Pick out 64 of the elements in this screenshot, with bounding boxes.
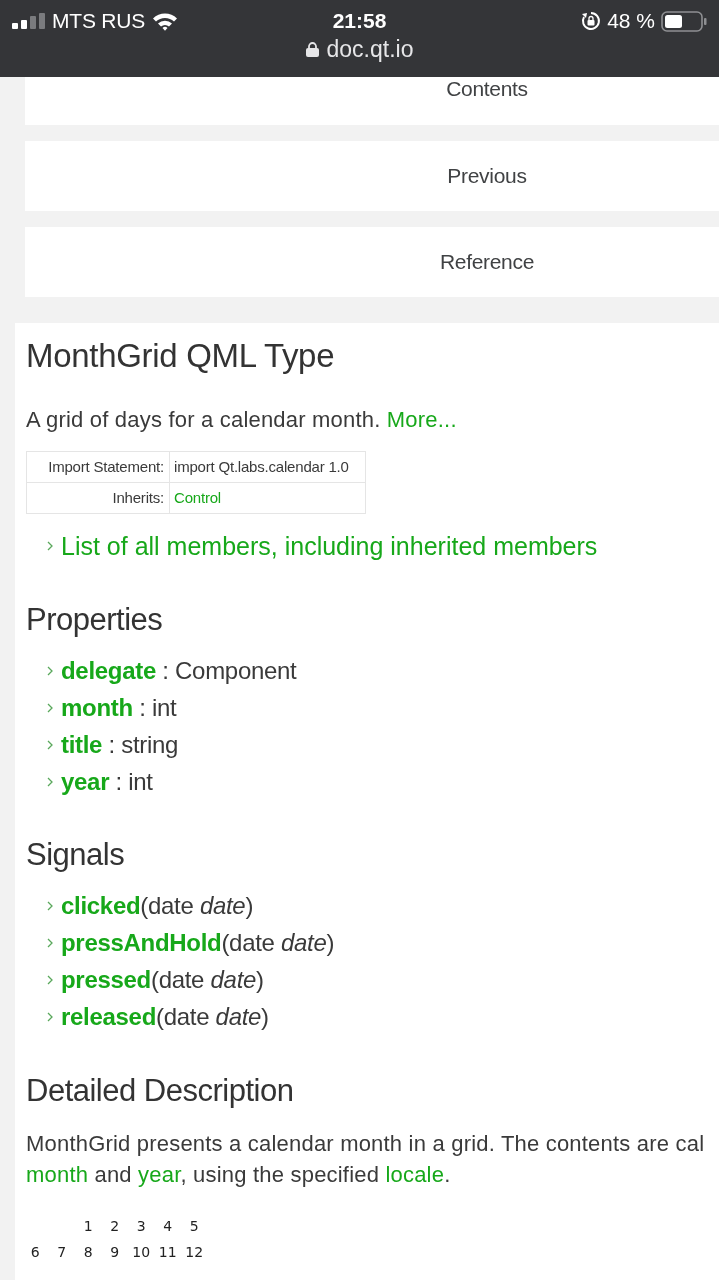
property-type: : int [114,766,153,797]
calendar-day: 6 [22,1241,49,1263]
calendar-day: 12 [181,1241,208,1263]
rotation-lock-icon [581,11,602,31]
section-heading: Signals [26,837,126,873]
chevron-icon [47,665,53,676]
all-members-link[interactable]: List of all members, including inherited members [61,531,598,561]
property-link[interactable]: delegate [61,652,156,689]
chevron-icon [47,974,53,985]
chevron-icon [47,776,53,787]
calendar-day: 4 [154,1215,181,1237]
inline-link[interactable]: month [26,1162,89,1187]
chevron-icon [47,900,53,911]
description-paragraph: MonthGrid presents a calendar month in a grid. The contents are cal month and year, using the specified locale. [26,1130,706,1189]
table-label-cell: Inherits: [26,482,170,514]
nav-link-card[interactable]: Reference [25,227,719,297]
chevron-icon [47,937,53,948]
calendar-day: 5 [181,1215,208,1237]
wifi-icon [152,11,179,31]
address-url[interactable]: doc.qt.io [326,36,414,62]
calendar-day: 8 [75,1241,102,1263]
signal-parameters: (date date) [221,927,335,958]
calendar-day: 11 [154,1241,181,1263]
calendar-day: 1 [75,1215,102,1237]
signal-strength-icon [12,13,46,29]
calendar-day: 2 [101,1215,128,1237]
nav-link-card[interactable]: Contents [25,77,719,125]
calendar-day: 3 [128,1215,155,1237]
chevron-icon [47,1011,53,1022]
battery-icon [661,10,707,32]
clock-time: 21:58 [332,9,387,33]
carrier-name: MTS RUS [52,9,146,33]
inline-link[interactable]: year [138,1162,181,1187]
property-type: : Component [161,655,297,686]
signal-link[interactable]: pressed [61,961,151,998]
import-statement: import Qt.labs.calendar 1.0 [174,457,349,475]
chevron-icon [47,702,53,713]
inherits-link[interactable]: Control [174,488,221,506]
property-link[interactable]: title [61,726,103,763]
chevron-icon [47,739,53,750]
calendar-day: 7 [48,1241,75,1263]
signal-link[interactable]: released [61,998,156,1035]
signal-parameters: (date date) [140,890,254,921]
section-heading: Detailed Description [26,1073,295,1109]
signal-parameters: (date date) [156,1001,269,1032]
property-link[interactable]: month [61,689,133,726]
calendar-day: 10 [128,1241,155,1263]
nav-link-card[interactable]: Previous [25,141,719,211]
calendar-day: 9 [101,1241,128,1263]
padlock-icon [305,41,319,57]
section-heading: Properties [26,602,164,638]
property-link[interactable]: year [61,763,110,800]
signal-link[interactable]: pressAndHold [61,924,222,961]
signal-link[interactable]: clicked [61,887,141,924]
signal-parameters: (date date) [150,964,264,995]
battery-percentage: 48 % [607,9,655,33]
table-label-cell: Import Statement: [26,451,170,483]
property-type: : string [107,729,179,760]
property-type: : int [138,692,177,723]
chevron-icon [47,541,53,551]
more-link[interactable]: More... [386,407,457,432]
inline-link[interactable]: locale [385,1162,445,1187]
page-title: MonthGrid QML Type [26,336,336,376]
brief-description: A grid of days for a calendar month. More... [26,406,458,434]
